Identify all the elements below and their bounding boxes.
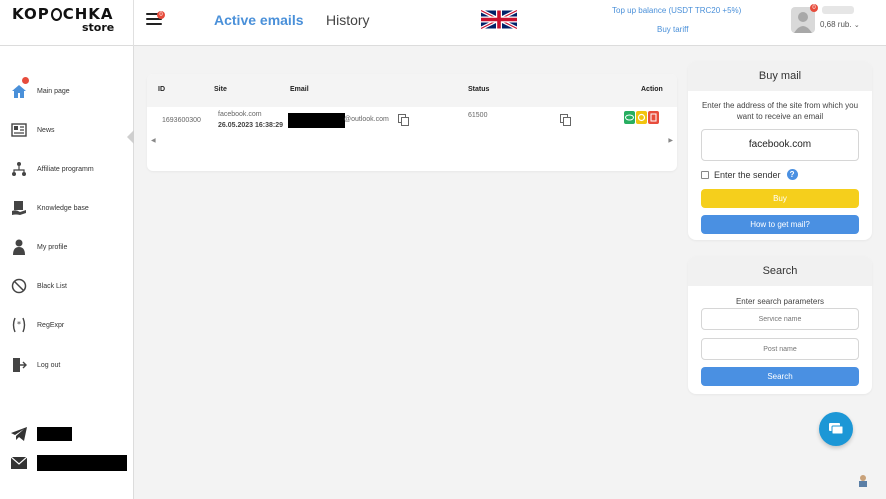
email-contact-redacted[interactable]: [37, 455, 127, 471]
collapse-sidebar-icon[interactable]: [127, 130, 134, 144]
sidebar-item-label: News: [37, 126, 55, 134]
sidebar-item-main-page[interactable]: Main page: [10, 77, 125, 101]
help-icon[interactable]: ?: [786, 169, 798, 180]
chat-button[interactable]: [819, 412, 853, 446]
app: KOP CHKA store 0 Active emails History To…: [0, 0, 886, 499]
assistant-figure-icon: [859, 475, 867, 487]
header-divider: [133, 0, 134, 46]
sidebar-item-label: RegExpr: [37, 321, 65, 329]
copy-email-icon[interactable]: [398, 114, 409, 126]
buy-mail-hint: Enter the address of the site from which…: [701, 101, 859, 121]
search-button[interactable]: Search: [701, 367, 859, 386]
post-name-input[interactable]: [701, 338, 859, 360]
action-delete-icon[interactable]: [648, 111, 659, 124]
scroll-left-icon[interactable]: ◀: [151, 137, 156, 144]
copy-status-icon[interactable]: [560, 114, 571, 126]
logo-sub: store: [82, 21, 115, 34]
profile-notification-badge: 0: [810, 4, 818, 12]
sender-checkbox[interactable]: [701, 170, 709, 179]
tab-history[interactable]: History: [326, 12, 370, 28]
mail-icon[interactable]: [11, 457, 27, 469]
sidebar-item-label: Knowledge base: [37, 204, 89, 212]
row-site: facebook.com: [218, 111, 262, 118]
sidebar-item-my-profile[interactable]: My profile: [10, 237, 125, 257]
buy-mail-panel: Buy mail Enter the address of the site f…: [688, 61, 872, 240]
knowledge-icon: [10, 199, 28, 217]
action-view-icon[interactable]: [624, 111, 635, 124]
sidebar-item-label: Affiliate programm: [37, 165, 94, 173]
sidebar-item-regexpr[interactable]: * RegExpr: [10, 315, 125, 335]
search-panel: Search Enter search parameters Search: [688, 256, 872, 394]
menu-notification-badge: 0: [157, 11, 165, 19]
logo-main: KOP CHKA: [12, 6, 127, 22]
col-email: Email: [290, 86, 309, 93]
row-date: 26.05.2023 16:38:29: [218, 122, 283, 129]
telegram-contact-redacted[interactable]: [37, 427, 72, 441]
row-id: 1693600300: [162, 117, 201, 124]
balance-value: 0,68 rub.: [820, 20, 852, 29]
main-page-badge: [22, 77, 29, 84]
sender-label: Enter the sender: [714, 169, 781, 180]
user-icon: [10, 238, 28, 256]
affiliate-icon: [10, 160, 28, 178]
tab-active-emails[interactable]: Active emails: [214, 12, 304, 28]
col-site: Site: [214, 86, 227, 93]
svg-text:*: *: [17, 320, 21, 329]
col-status: Status: [468, 86, 490, 93]
buy-mail-title: Buy mail: [688, 61, 872, 91]
row-status: 61500: [468, 112, 488, 119]
sidebar-item-log-out[interactable]: Log out: [10, 355, 125, 375]
top-up-balance-link[interactable]: Top up balance (USDT TRC20 +5%): [612, 6, 741, 15]
uk-flag-icon[interactable]: [481, 9, 517, 30]
sidebar-item-black-list[interactable]: Black List: [10, 276, 125, 296]
sender-row: Enter the sender ?: [701, 169, 798, 180]
col-id: ID: [158, 86, 165, 93]
buy-tariff-link[interactable]: Buy tariff: [657, 25, 688, 34]
active-emails-table: ID Site Email Status Action 1693600300 f…: [147, 74, 677, 171]
blocked-icon: [10, 277, 28, 295]
col-action: Action: [641, 86, 663, 93]
sidebar-item-label: My profile: [37, 243, 68, 251]
email-redacted: [288, 113, 345, 128]
row-email-domain: @outlook.com: [344, 116, 389, 123]
logo-text-a: KOP: [12, 5, 50, 23]
action-refresh-icon[interactable]: [636, 111, 647, 124]
horizontal-scrollbar[interactable]: ◀ ▶: [151, 137, 673, 144]
username-blurred: [822, 6, 854, 14]
service-name-input[interactable]: [701, 308, 859, 330]
egg-icon: [50, 8, 62, 21]
regex-icon: *: [10, 316, 28, 334]
site-input[interactable]: facebook.com: [701, 129, 859, 161]
news-icon: [10, 121, 28, 139]
sidebar-item-label: Log out: [37, 361, 61, 369]
sidebar-item-label: Black List: [37, 282, 67, 290]
sidebar-item-affiliate[interactable]: Affiliate programm: [10, 159, 125, 179]
chat-icon: [829, 423, 844, 435]
balance-dropdown[interactable]: 0,68 rub. ⌄: [820, 20, 860, 29]
chevron-down-icon: ⌄: [853, 22, 860, 29]
home-icon: [10, 82, 28, 100]
sidebar-item-knowledge-base[interactable]: Knowledge base: [10, 198, 125, 218]
top-header: KOP CHKA store 0 Active emails History To…: [0, 0, 886, 46]
sidebar-item-news[interactable]: News: [10, 120, 125, 140]
search-hint: Enter search parameters: [735, 297, 825, 306]
logo[interactable]: KOP CHKA store: [12, 6, 127, 40]
sidebar-item-label: Main page: [37, 87, 70, 95]
search-title: Search: [688, 256, 872, 286]
telegram-icon[interactable]: [10, 426, 28, 442]
how-to-get-mail-button[interactable]: How to get mail?: [701, 215, 859, 234]
logout-icon: [10, 356, 28, 374]
table-header: ID Site Email Status Action: [147, 74, 677, 107]
scroll-right-icon[interactable]: ▶: [668, 137, 673, 144]
buy-button[interactable]: Buy: [701, 189, 859, 208]
